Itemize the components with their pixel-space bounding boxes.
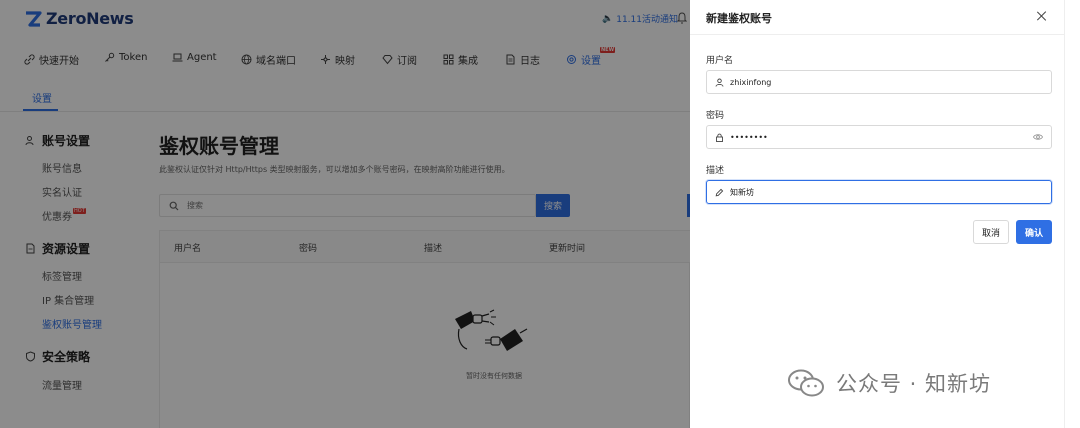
create-auth-account-drawer: 新建鉴权账号 用户名 密码 描述 取消 确认 (690, 0, 1065, 428)
watermark-text: 公众号 · 知新坊 (836, 372, 992, 396)
description-input[interactable] (730, 187, 1043, 197)
cancel-button[interactable]: 取消 (973, 220, 1009, 244)
drawer-title: 新建鉴权账号 (706, 12, 772, 25)
watermark: 公众号 · 知新坊 (786, 368, 991, 398)
eye-icon[interactable] (1033, 132, 1043, 142)
description-label: 描述 (706, 166, 725, 176)
confirm-button[interactable]: 确认 (1016, 220, 1052, 244)
description-field[interactable] (706, 180, 1052, 204)
username-label: 用户名 (706, 56, 734, 66)
modal-overlay[interactable] (0, 0, 690, 428)
username-field[interactable] (706, 70, 1052, 94)
password-label: 密码 (706, 111, 725, 121)
header-divider (690, 34, 1065, 35)
lock-icon (716, 133, 723, 142)
pencil-icon (715, 188, 724, 196)
password-input[interactable] (730, 132, 1027, 142)
wechat-icon (788, 369, 824, 397)
username-input[interactable] (730, 77, 1043, 87)
close-icon[interactable] (1036, 10, 1048, 22)
user-icon (715, 78, 724, 87)
password-field[interactable] (706, 125, 1052, 149)
